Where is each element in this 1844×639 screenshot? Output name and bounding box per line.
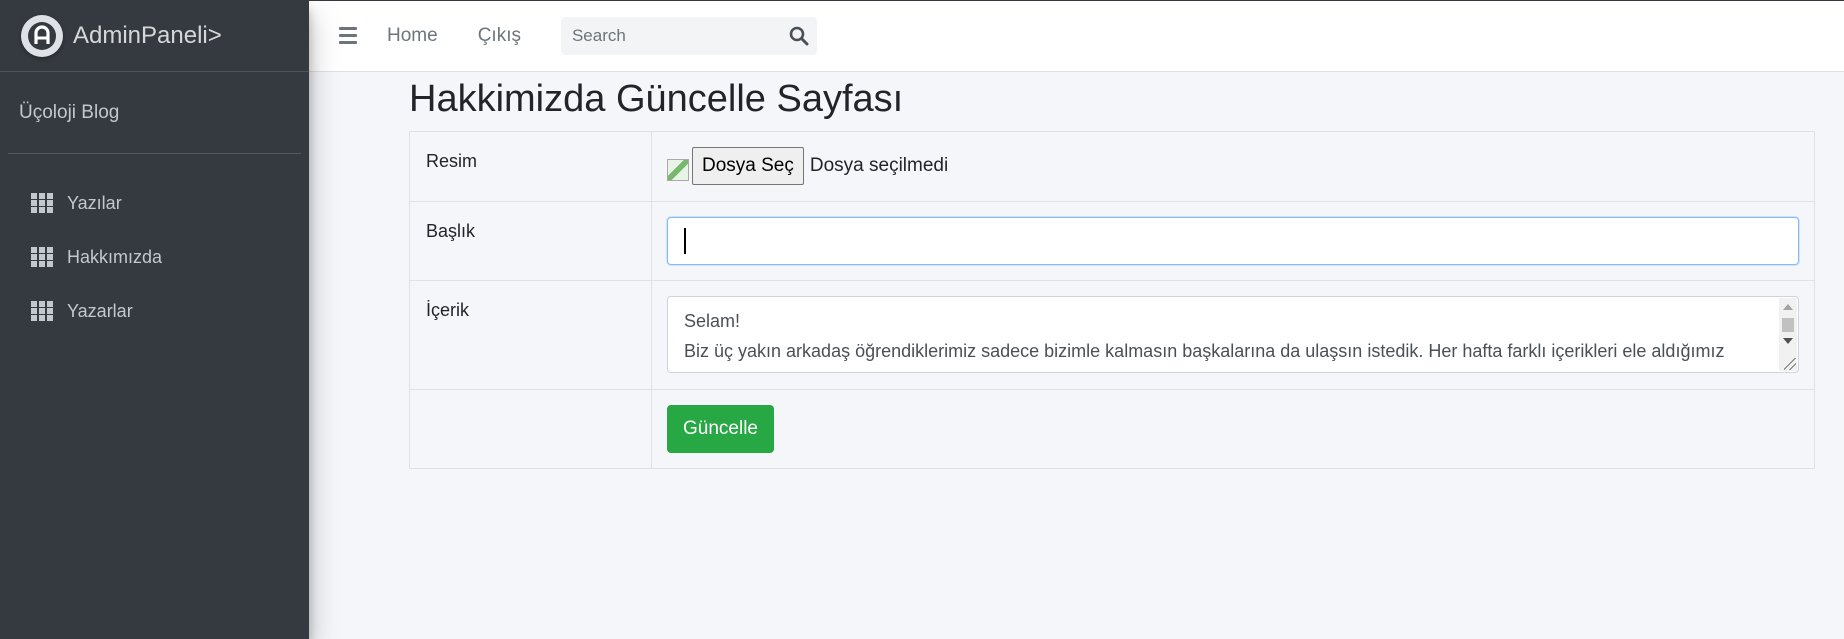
about-form-table: Resim Dosya Seç Dosya seçilmedi Başlık İ… xyxy=(409,131,1815,469)
scroll-thumb[interactable] xyxy=(1782,318,1794,332)
brand-text: AdminPaneli> xyxy=(73,21,222,49)
th-grid-icon xyxy=(31,247,53,267)
search-input[interactable] xyxy=(560,16,771,55)
sidebar-nav: Yazılar Hakkımızda Yazarlar xyxy=(0,154,309,338)
image-label: Resim xyxy=(409,131,652,202)
nav-home-link[interactable]: Home xyxy=(387,25,438,47)
sidebar-item-label: Hakkımızda xyxy=(67,246,163,267)
sidebar-item-hakkimizda[interactable]: Hakkımızda xyxy=(0,230,309,284)
scroll-down-arrow-icon[interactable] xyxy=(1783,338,1793,344)
title-label: Başlık xyxy=(409,201,652,281)
th-grid-icon xyxy=(31,193,53,213)
form-row-title: Başlık xyxy=(409,201,1815,281)
scroll-up-arrow-icon[interactable] xyxy=(1783,304,1793,310)
sidebar-item-label: Yazarlar xyxy=(67,300,133,321)
form-row-image: Resim Dosya Seç Dosya seçilmedi xyxy=(409,131,1815,202)
textarea-line: Biz üç yakın arkadaş öğrendiklerimiz sad… xyxy=(684,341,1725,361)
file-status-text: Dosya seçilmedi xyxy=(809,155,949,176)
main-content: Hakkimizda Güncelle Sayfası Resim Dosya … xyxy=(409,72,1815,469)
user-panel: Üçoloji Blog xyxy=(8,72,301,154)
form-row-submit: Güncelle xyxy=(409,389,1815,469)
choose-file-button[interactable]: Dosya Seç xyxy=(692,147,804,185)
textarea-line: Selam! xyxy=(684,311,741,331)
user-name[interactable]: Üçoloji Blog xyxy=(19,102,119,124)
update-button[interactable]: Güncelle xyxy=(667,405,774,453)
page-title: Hakkimizda Güncelle Sayfası xyxy=(409,78,904,120)
top-navbar: Home Çıkış xyxy=(309,0,1844,72)
form-row-content: İçerik Selam! Biz üç yakın arkadaş öğren… xyxy=(409,280,1815,390)
content-label: İçerik xyxy=(409,280,652,390)
brand-logo-icon xyxy=(21,14,63,57)
sidebar-item-yazarlar[interactable]: Yazarlar xyxy=(0,284,309,338)
navbar-search xyxy=(560,16,817,55)
title-input[interactable] xyxy=(667,217,1799,265)
sidebar: AdminPaneli> Üçoloji Blog Yazılar Hakkım… xyxy=(0,0,309,639)
sidebar-item-yazilar[interactable]: Yazılar xyxy=(0,176,309,230)
file-input: Dosya Seç Dosya seçilmedi xyxy=(667,147,1799,185)
broken-image-icon xyxy=(667,159,689,181)
search-icon[interactable] xyxy=(789,26,809,46)
sidebar-item-label: Yazılar xyxy=(67,192,122,213)
content-textarea[interactable]: Selam! Biz üç yakın arkadaş öğrendikleri… xyxy=(667,296,1799,373)
hamburger-menu-icon[interactable] xyxy=(339,27,357,44)
nav-logout-link[interactable]: Çıkış xyxy=(478,25,521,47)
brand-link[interactable]: AdminPaneli> xyxy=(0,0,309,72)
window-top-border xyxy=(0,0,1844,1)
resize-handle-icon[interactable] xyxy=(1784,358,1796,370)
text-caret xyxy=(684,228,686,254)
th-grid-icon xyxy=(31,301,53,321)
